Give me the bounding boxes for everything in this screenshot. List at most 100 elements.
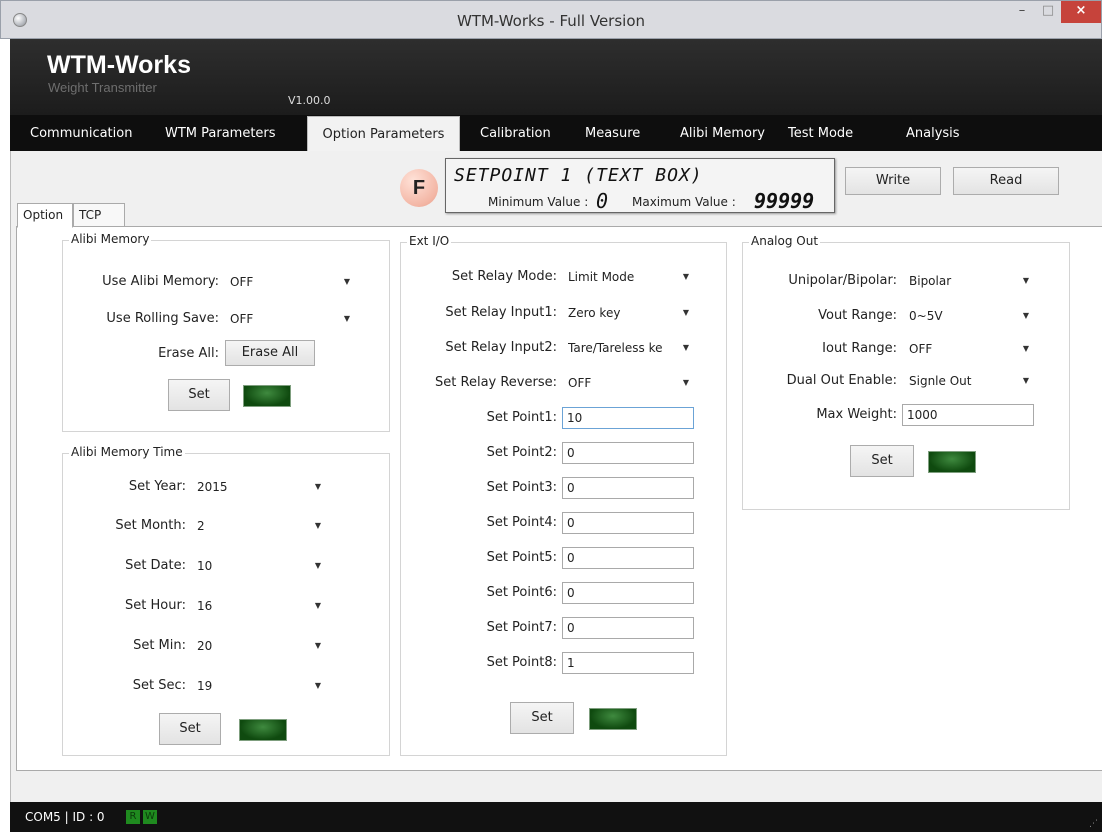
write-indicator: W: [143, 810, 157, 824]
chevron-down-icon: ▼: [314, 641, 322, 650]
set-relay-input2-label: Set Relay Input2:: [445, 340, 557, 355]
set-point6-label: Set Point6:: [486, 585, 557, 600]
erase-all-label: Erase All:: [158, 346, 219, 361]
resize-grip-icon[interactable]: ⋰: [1089, 819, 1098, 829]
use-rolling-save-select[interactable]: OFF ▼: [223, 308, 357, 330]
set-relay-reverse-label: Set Relay Reverse:: [435, 375, 557, 390]
option-tab-page: Alibi Memory Use Alibi Memory: OFF ▼ Use …: [16, 226, 1102, 771]
menu-alibi-memory[interactable]: Alibi Memory: [680, 115, 765, 151]
alibi-time-set-button[interactable]: Set: [159, 713, 221, 745]
ext-io-status-led: [589, 708, 637, 730]
chevron-down-icon: ▼: [682, 343, 690, 352]
use-alibi-memory-select[interactable]: OFF ▼: [223, 271, 357, 293]
set-point5-input[interactable]: 0: [562, 547, 694, 569]
chevron-down-icon: ▼: [314, 561, 322, 570]
app-header: WTM-Works Weight Transmitter V1.00.0: [10, 39, 1102, 115]
menu-calibration[interactable]: Calibration: [480, 115, 551, 151]
set-point7-input[interactable]: 0: [562, 617, 694, 639]
set-month-label: Set Month:: [115, 518, 186, 533]
status-bar: COM5 | ID : 0 R W ⋰: [10, 802, 1102, 832]
chevron-down-icon: ▼: [314, 482, 322, 491]
set-min-label: Set Min:: [133, 638, 186, 653]
iout-range-label: Iout Range:: [822, 341, 897, 356]
alibi-memory-time-group: Alibi Memory Time Set Year: 2015 ▼ Set Mo…: [62, 445, 390, 756]
chevron-down-icon: ▼: [314, 601, 322, 610]
set-relay-input1-label: Set Relay Input1:: [445, 305, 557, 320]
tab-option[interactable]: Option: [17, 203, 73, 228]
set-sec-select[interactable]: 19 ▼: [190, 675, 328, 697]
alibi-memory-title: Alibi Memory: [69, 232, 152, 246]
set-point2-label: Set Point2:: [486, 445, 557, 460]
ext-io-title: Ext I/O: [407, 234, 452, 248]
set-point2-input[interactable]: 0: [562, 442, 694, 464]
app-version: V1.00.0: [288, 94, 331, 107]
analog-out-group: Analog Out Unipolar/Bipolar: Bipolar ▼ Vo…: [742, 234, 1070, 510]
main-menu: Communication WTM Parameters Option Para…: [10, 115, 1102, 152]
chevron-down-icon: ▼: [1022, 311, 1030, 320]
vout-range-select[interactable]: 0~5V ▼: [902, 305, 1036, 327]
set-point1-input[interactable]: 10: [562, 407, 694, 429]
callout-min-label: Minimum Value :: [488, 195, 589, 209]
set-relay-input1-select[interactable]: Zero key ▼: [561, 302, 696, 324]
set-sec-label: Set Sec:: [132, 678, 186, 693]
chevron-down-icon: ▼: [1022, 376, 1030, 385]
menu-communication[interactable]: Communication: [30, 115, 132, 151]
chevron-down-icon: ▼: [1022, 344, 1030, 353]
vout-range-label: Vout Range:: [818, 308, 897, 323]
menu-option-parameters[interactable]: Option Parameters: [307, 116, 460, 152]
callout-max-value: 99999: [754, 189, 815, 213]
alibi-memory-time-title: Alibi Memory Time: [69, 445, 185, 459]
menu-measure[interactable]: Measure: [585, 115, 640, 151]
chevron-down-icon: ▼: [682, 308, 690, 317]
connection-status: COM5 | ID : 0: [25, 810, 105, 824]
erase-all-button[interactable]: Erase All: [225, 340, 315, 366]
chevron-down-icon: ▼: [343, 277, 351, 286]
read-indicator: R: [126, 810, 140, 824]
window-titlebar[interactable]: WTM-Works - Full Version – □ ×: [0, 0, 1102, 39]
set-point8-label: Set Point8:: [486, 655, 557, 670]
set-year-label: Set Year:: [128, 479, 186, 494]
menu-test-mode[interactable]: Test Mode: [788, 115, 853, 151]
set-relay-input2-select[interactable]: Tare/Tareless ke ▼: [561, 337, 696, 359]
set-year-select[interactable]: 2015 ▼: [190, 476, 328, 498]
set-point4-input[interactable]: 0: [562, 512, 694, 534]
max-weight-label: Max Weight:: [816, 407, 897, 422]
set-point7-label: Set Point7:: [486, 620, 557, 635]
set-point8-input[interactable]: 1: [562, 652, 694, 674]
write-button[interactable]: Write: [845, 167, 941, 195]
ext-io-set-button[interactable]: Set: [510, 702, 574, 734]
alibi-memory-set-button[interactable]: Set: [168, 379, 230, 411]
set-min-select[interactable]: 20 ▼: [190, 635, 328, 657]
use-rolling-save-label: Use Rolling Save:: [106, 311, 219, 326]
alibi-memory-group: Alibi Memory Use Alibi Memory: OFF ▼ Use …: [62, 232, 390, 432]
iout-range-select[interactable]: OFF ▼: [902, 338, 1036, 360]
set-point3-label: Set Point3:: [486, 480, 557, 495]
set-month-select[interactable]: 2 ▼: [190, 515, 328, 537]
set-point4-label: Set Point4:: [486, 515, 557, 530]
menu-wtm-parameters[interactable]: WTM Parameters: [165, 115, 276, 151]
max-weight-input[interactable]: 1000: [902, 404, 1034, 426]
set-point5-label: Set Point5:: [486, 550, 557, 565]
set-point6-input[interactable]: 0: [562, 582, 694, 604]
menu-analysis[interactable]: Analysis: [906, 115, 960, 151]
set-date-select[interactable]: 10 ▼: [190, 555, 328, 577]
set-hour-select[interactable]: 16 ▼: [190, 595, 328, 617]
maximize-button[interactable]: □: [1035, 1, 1061, 23]
set-relay-mode-select[interactable]: Limit Mode ▼: [561, 266, 696, 288]
read-button[interactable]: Read: [953, 167, 1059, 195]
window-title: WTM-Works - Full Version: [456, 12, 646, 30]
chevron-down-icon: ▼: [343, 314, 351, 323]
tab-tcp[interactable]: TCP: [73, 203, 125, 227]
unipolar-bipolar-select[interactable]: Bipolar ▼: [902, 270, 1036, 292]
minimize-button[interactable]: –: [1009, 1, 1035, 23]
dual-out-enable-select[interactable]: Signle Out ▼: [902, 370, 1036, 392]
set-point3-input[interactable]: 0: [562, 477, 694, 499]
set-relay-reverse-select[interactable]: OFF ▼: [561, 372, 696, 394]
ext-io-group: Ext I/O Set Relay Mode: Limit Mode ▼ Set …: [400, 234, 727, 756]
close-button[interactable]: ×: [1061, 1, 1101, 23]
chevron-down-icon: ▼: [314, 521, 322, 530]
use-alibi-memory-label: Use Alibi Memory:: [102, 274, 219, 289]
chevron-down-icon: ▼: [682, 378, 690, 387]
analog-out-set-button[interactable]: Set: [850, 445, 914, 477]
chevron-down-icon: ▼: [314, 681, 322, 690]
